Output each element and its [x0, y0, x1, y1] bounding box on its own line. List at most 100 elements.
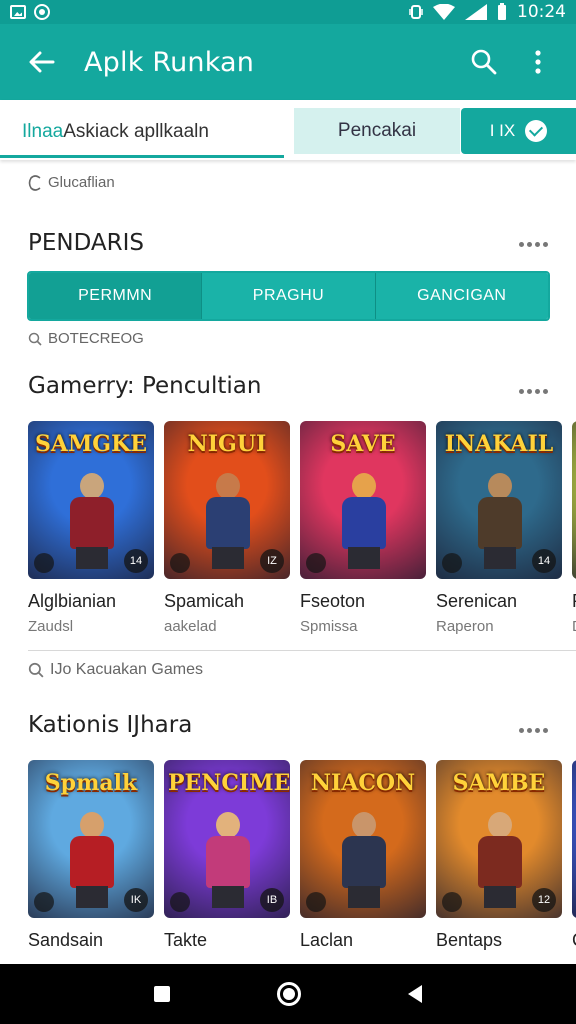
game-logo: Spmalk: [44, 770, 138, 796]
game-publisher-icon: [442, 892, 462, 912]
game-publisher-icon: [34, 553, 54, 573]
games-carousel: SAMGKE 14 Alglbianian Zaudsl NIGUI IZ Spamicah…: [28, 421, 576, 635]
game-name: Sandsain: [28, 930, 104, 950]
game-cover-image: [572, 421, 576, 579]
age-rating-badge: 14: [532, 549, 556, 573]
game-cover-image: NIACON: [300, 760, 426, 918]
section-title-category: PENDARIS: [28, 230, 145, 256]
age-rating-badge: IK: [124, 888, 148, 912]
signal-icon: [465, 4, 487, 20]
overflow-menu-button[interactable]: [520, 44, 556, 80]
tab-search[interactable]: Pencakai: [294, 108, 460, 154]
vibrate-icon: [409, 5, 423, 19]
tab-third-label: I IX: [489, 121, 516, 140]
more-button-category[interactable]: [516, 235, 548, 247]
game-cover-image: NIGUI IZ: [164, 421, 290, 579]
game-subtitle: Dre: [572, 618, 576, 635]
game-cover-image: SAMBE 12: [436, 760, 562, 918]
chat-check-icon: [525, 120, 548, 142]
game-name: Spamicah: [164, 591, 245, 611]
system-nav-bar: [0, 964, 576, 1024]
tab-main-label: Askiack apllkaaln: [63, 120, 209, 142]
game-card[interactable]: NIGUI IZ Spamicah aakelad: [164, 421, 290, 635]
gallery-notification-icon: [10, 5, 26, 19]
game-logo: NIGUI: [187, 431, 267, 457]
game-character: [198, 812, 258, 908]
battery-icon: [498, 3, 506, 20]
segment-0[interactable]: PERMMN: [29, 273, 202, 319]
age-rating-badge: IZ: [260, 549, 284, 573]
tab-bar: Ilnaa Askiack apllkaaln Pencakai I IX: [0, 100, 576, 160]
game-cover-image: INAKAIL 14: [436, 421, 562, 579]
more-button-more[interactable]: [516, 721, 548, 733]
arrow-left-icon: [29, 51, 55, 73]
game-card[interactable]: PB Dre: [572, 421, 576, 635]
game-name: Bentaps: [436, 930, 503, 950]
tab-main[interactable]: Ilnaa Askiack apllkaaln: [0, 108, 284, 158]
section-title-more: Kationis IJhara: [28, 712, 193, 738]
game-name: Fseoton: [300, 591, 366, 611]
status-time: 10:24: [517, 2, 566, 22]
nav-back-button[interactable]: [408, 985, 423, 1003]
section-divider: [28, 650, 576, 651]
game-subtitle: Spmissa: [300, 618, 358, 635]
more-button-games[interactable]: [516, 382, 548, 394]
segment-1[interactable]: PRAGHU: [201, 273, 375, 319]
game-subtitle: aakelad: [164, 618, 217, 635]
game-card[interactable]: SAMGKE 14 Alglbianian Zaudsl: [28, 421, 154, 635]
game-logo: PENCIME: [168, 770, 290, 796]
search-hint-2: IJo Kacuakan Games: [50, 661, 203, 678]
game-cover-image: PENCIME IB: [164, 760, 290, 918]
game-card[interactable]: SAVE Fseoton Spmissa: [300, 421, 426, 635]
game-character: [334, 812, 394, 908]
game-card[interactable]: NIACON Laclan: [300, 760, 426, 957]
segment-2[interactable]: GANCIGAN: [374, 273, 548, 319]
app-bar: Aplk Runkan: [0, 24, 576, 100]
search-small-icon: [28, 332, 42, 346]
game-name: Ca: [572, 930, 576, 951]
game-character: [62, 473, 122, 569]
main-content: Glucaflian PENDARIS PERMMN PRAGHU GANCIG…: [0, 160, 576, 964]
filter-label: Glucaflian: [48, 174, 115, 191]
game-cover-image: Spmalk IK: [28, 760, 154, 918]
game-publisher-icon: [306, 892, 326, 912]
search-small-icon: [28, 662, 44, 678]
game-publisher-icon: [170, 553, 190, 573]
game-name: Laclan: [300, 930, 354, 950]
recents-button[interactable]: [153, 986, 170, 1002]
section-title-games: Gamerry: Pencultian: [28, 373, 262, 399]
back-button[interactable]: [22, 42, 62, 82]
game-card[interactable]: PENCIME IB Takte: [164, 760, 290, 957]
game-character: [470, 473, 530, 569]
filter-row[interactable]: Glucaflian: [28, 174, 115, 191]
game-character: [470, 812, 530, 908]
game-card[interactable]: Ca: [572, 760, 576, 957]
game-cover-image: SAVE: [300, 421, 426, 579]
search-hint-row-1[interactable]: BOTECREOG: [28, 330, 144, 347]
home-button[interactable]: [276, 982, 301, 1006]
sync-notification-icon: [34, 4, 50, 20]
game-logo: INAKAIL: [444, 431, 554, 457]
search-hint-row-2[interactable]: IJo Kacuakan Games: [28, 661, 203, 679]
game-publisher-icon: [170, 892, 190, 912]
game-character: [334, 473, 394, 569]
game-publisher-icon: [442, 553, 462, 573]
game-cover-image: [572, 760, 576, 918]
more-vert-icon: [535, 50, 541, 74]
game-character: [198, 473, 258, 569]
tab-third[interactable]: I IX: [461, 108, 576, 154]
status-bar: 10:24: [0, 0, 576, 24]
game-logo: SAMBE: [452, 770, 546, 796]
game-logo: SAMGKE: [35, 431, 147, 457]
game-name: PB: [572, 591, 576, 612]
game-card[interactable]: Spmalk IK Sandsain: [28, 760, 154, 957]
filter-icon: [28, 174, 41, 191]
game-card[interactable]: INAKAIL 14 Serenican Raperon: [436, 421, 562, 635]
game-character: [62, 812, 122, 908]
more-games-carousel: Spmalk IK Sandsain PENCIME IB Takte NIACON Lacl…: [28, 760, 576, 957]
search-button[interactable]: [466, 44, 502, 80]
game-card[interactable]: SAMBE 12 Bentaps: [436, 760, 562, 957]
game-cover-image: SAMGKE 14: [28, 421, 154, 579]
game-subtitle: Zaudsl: [28, 618, 74, 635]
app-screen: 10:24 Aplk Runkan Ilnaa Askiack apllkaal…: [0, 0, 576, 1024]
